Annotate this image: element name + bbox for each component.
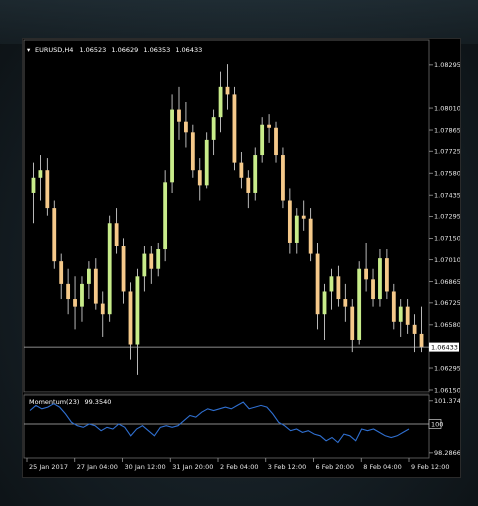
candle-body [384, 258, 389, 292]
chart-canvas: ▾ EURUSD,H4 1.06523 1.06629 1.06353 1.06… [23, 39, 460, 471]
header-high-value: 1.06629 [111, 46, 138, 54]
candle-body [73, 299, 77, 307]
header-open-value: 1.06523 [79, 46, 106, 54]
candle-body [107, 223, 112, 315]
candle-body [322, 291, 327, 315]
price-axis-label: 1.06150 [434, 386, 460, 394]
price-axis-label: 1.06865 [434, 278, 460, 286]
price-axis-label: 1.08010 [434, 104, 460, 112]
candle-body [357, 268, 362, 340]
candle-body [308, 218, 313, 254]
candle-body [287, 200, 292, 243]
candle-body [267, 124, 271, 128]
chart-symbol-title: EURUSD,H4 [35, 46, 73, 54]
price-axis-label: 1.06295 [434, 364, 460, 372]
candle-body [405, 306, 410, 325]
header-low-value: 1.06353 [143, 46, 170, 54]
candle-body [204, 139, 209, 186]
candle-body [274, 127, 278, 156]
time-axis-label: 9 Feb 12:00 [411, 463, 450, 471]
candle-body [343, 299, 348, 307]
candle-body [281, 155, 285, 201]
time-axis-label: 27 Jan 04:00 [77, 463, 118, 471]
price-axis-label: 1.06725 [434, 299, 460, 307]
candle-body [149, 253, 154, 269]
current-price-label: 1.06433 [431, 343, 458, 351]
candle-body [294, 215, 299, 243]
price-axis-label: 1.07725 [434, 148, 460, 156]
momentum-indicator-value: 99.3540 [84, 398, 111, 406]
candle-body [232, 94, 237, 163]
candle-body [31, 177, 36, 193]
time-axis-label: 30 Jan 12:00 [125, 463, 166, 471]
time-axis-label: 6 Feb 20:00 [316, 463, 355, 471]
candle-body [38, 170, 43, 178]
candle-body [391, 291, 396, 322]
candle-body [163, 182, 168, 250]
candle-body [66, 283, 71, 300]
candle-body [378, 258, 382, 300]
candle-body [45, 170, 50, 209]
time-axis-label: 25 Jan 2017 [29, 463, 68, 471]
time-axis-label: 2 Feb 04:00 [220, 463, 259, 471]
candle-body [398, 306, 403, 322]
candle-body [246, 177, 251, 193]
price-axis-label: 1.07010 [434, 256, 460, 264]
candle-body [315, 253, 320, 315]
price-axis-label: 1.07150 [434, 235, 460, 243]
momentum-indicator-name: Momentum(23) [29, 398, 79, 406]
candle-body [329, 276, 334, 292]
candle-body [197, 170, 202, 186]
candle-body [419, 333, 424, 348]
candle-body [80, 283, 84, 307]
momentum-title: Momentum(23) 99.3540 [29, 398, 111, 406]
candle-body [142, 253, 147, 277]
price-axis-label: 1.07295 [434, 213, 460, 221]
candle-body [114, 223, 119, 246]
momentum-axis-label: 100 [431, 420, 443, 428]
momentum-axis-label: 101.3742 [434, 397, 460, 405]
candle-body [135, 276, 140, 345]
candle-body [86, 268, 91, 284]
candle-body [336, 276, 341, 300]
candle-body [239, 162, 244, 178]
candle-body [190, 132, 195, 171]
candle-body [100, 303, 105, 315]
candle-body [184, 121, 188, 133]
time-axis-label: 31 Jan 20:00 [172, 463, 213, 471]
candle-body [371, 279, 375, 300]
svg-text:EURUSD,H4 1.06523: EURUSD,H4 1.06523 1.06629 1.06353 1.0643… [35, 46, 202, 54]
header-close-value: 1.06433 [175, 46, 202, 54]
candle-body [301, 215, 306, 219]
candle-body [253, 155, 258, 193]
momentum-axis-label: 98.2866 [434, 449, 460, 457]
candle-body [218, 86, 223, 118]
candle-body [225, 86, 230, 95]
price-axis-label: 1.06580 [434, 321, 460, 329]
candle-body [121, 245, 126, 292]
candle-body [177, 109, 181, 122]
candle-body [93, 268, 98, 304]
candle-body [59, 261, 64, 284]
price-axis-label: 1.08295 [434, 61, 460, 69]
candle-body [128, 291, 133, 345]
candle-body [412, 324, 417, 334]
candle-body [170, 109, 174, 183]
candle-body [350, 306, 355, 340]
candle-body [364, 268, 369, 280]
candle-body [156, 249, 161, 269]
candle-body [52, 208, 57, 262]
time-axis-label: 8 Feb 04:00 [363, 463, 402, 471]
panel-separator[interactable] [24, 392, 429, 395]
price-axis-label: 1.07580 [434, 170, 460, 178]
time-axis: 25 Jan 2017 27 Jan 04:00 30 Jan 12:00 31 Ja… [26, 458, 450, 471]
price-axis-label: 1.07865 [434, 126, 460, 134]
time-axis-label: 3 Feb 12:00 [268, 463, 307, 471]
candle-body [211, 117, 216, 140]
chart-window: ▾ EURUSD,H4 1.06523 1.06629 1.06353 1.06… [22, 38, 461, 478]
price-axis-label: 1.07435 [434, 192, 460, 200]
candle-body [260, 124, 265, 156]
